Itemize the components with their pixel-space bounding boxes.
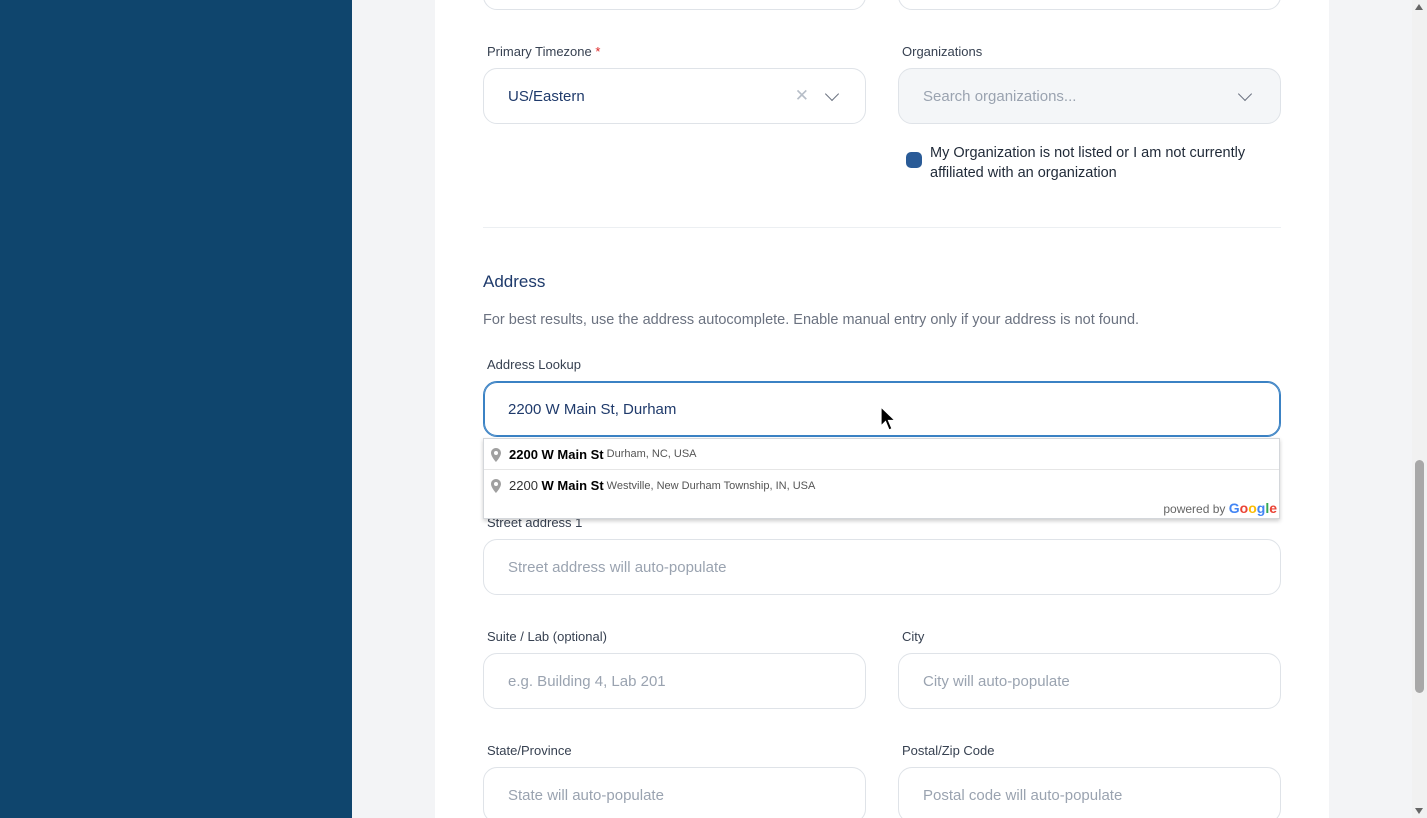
- left-side-panel: [0, 0, 352, 818]
- scrollbar-thumb[interactable]: [1415, 460, 1424, 693]
- partial-field-left[interactable]: [483, 0, 866, 10]
- organizations-placeholder: Search organizations...: [923, 87, 1077, 105]
- mouse-cursor-icon: [880, 406, 897, 431]
- chevron-down-icon[interactable]: [1237, 86, 1253, 102]
- postal-placeholder: Postal code will auto-populate: [923, 786, 1123, 804]
- street1-placeholder: Street address will auto-populate: [508, 558, 727, 576]
- suite-input[interactable]: e.g. Building 4, Lab 201: [483, 653, 866, 709]
- required-asterisk: *: [595, 44, 601, 59]
- scroll-down-icon[interactable]: [1415, 808, 1423, 814]
- suggestion-secondary: Durham, NC, USA: [606, 448, 697, 460]
- timezone-label-text: Primary Timezone: [487, 44, 592, 59]
- powered-by-text: powered by: [1163, 502, 1226, 516]
- street1-input[interactable]: Street address will auto-populate: [483, 539, 1281, 595]
- autocomplete-suggestion[interactable]: 2200 W Main St Durham, NC, USA: [484, 439, 1279, 470]
- autocomplete-dropdown: 2200 W Main St Durham, NC, USA 2200 W Mai…: [483, 438, 1280, 519]
- city-placeholder: City will auto-populate: [923, 672, 1070, 690]
- timezone-value: US/Eastern: [508, 87, 585, 105]
- scroll-up-icon[interactable]: [1415, 4, 1423, 10]
- suite-label: Suite / Lab (optional): [487, 629, 607, 644]
- section-divider: [483, 227, 1281, 228]
- suite-placeholder: e.g. Building 4, Lab 201: [508, 672, 666, 690]
- address-section-description: For best results, use the address autoco…: [483, 312, 1140, 328]
- state-placeholder: State will auto-populate: [508, 786, 664, 804]
- suggestion-secondary: Westville, New Durham Township, IN, USA: [606, 479, 816, 492]
- org-not-listed-checkbox[interactable]: [906, 152, 922, 168]
- address-lookup-value: 2200 W Main St, Durham: [508, 400, 677, 418]
- timezone-select[interactable]: US/Eastern ✕: [483, 68, 866, 124]
- city-label: City: [902, 629, 925, 644]
- city-input[interactable]: City will auto-populate: [898, 653, 1281, 709]
- map-pin-icon: [491, 448, 501, 462]
- postal-input[interactable]: Postal code will auto-populate: [898, 767, 1281, 818]
- page-scrollbar[interactable]: [1412, 0, 1427, 818]
- address-lookup-label: Address Lookup: [487, 357, 581, 372]
- autocomplete-suggestion[interactable]: 2200 W Main St Westville, New Durham Town…: [484, 470, 1279, 501]
- timezone-label: Primary Timezone *: [487, 44, 600, 59]
- organizations-search[interactable]: Search organizations...: [898, 68, 1281, 124]
- google-logo: Google: [1228, 500, 1277, 516]
- organizations-label: Organizations: [902, 44, 983, 59]
- chevron-down-icon[interactable]: [824, 86, 840, 102]
- state-input[interactable]: State will auto-populate: [483, 767, 866, 818]
- suggestion-prefix: 2200: [509, 478, 542, 493]
- org-not-listed-label[interactable]: My Organization is not listed or I am no…: [930, 143, 1270, 183]
- powered-by-google: powered by Google: [1163, 500, 1277, 516]
- postal-label: Postal/Zip Code: [902, 743, 995, 758]
- state-label: State/Province: [487, 743, 572, 758]
- suggestion-main: W Main St: [541, 478, 604, 493]
- partial-field-right[interactable]: [898, 0, 1281, 10]
- clear-icon[interactable]: ✕: [795, 86, 809, 106]
- address-section-title: Address: [483, 272, 546, 291]
- map-pin-icon: [491, 479, 501, 493]
- suggestion-main: 2200 W Main St: [509, 446, 604, 462]
